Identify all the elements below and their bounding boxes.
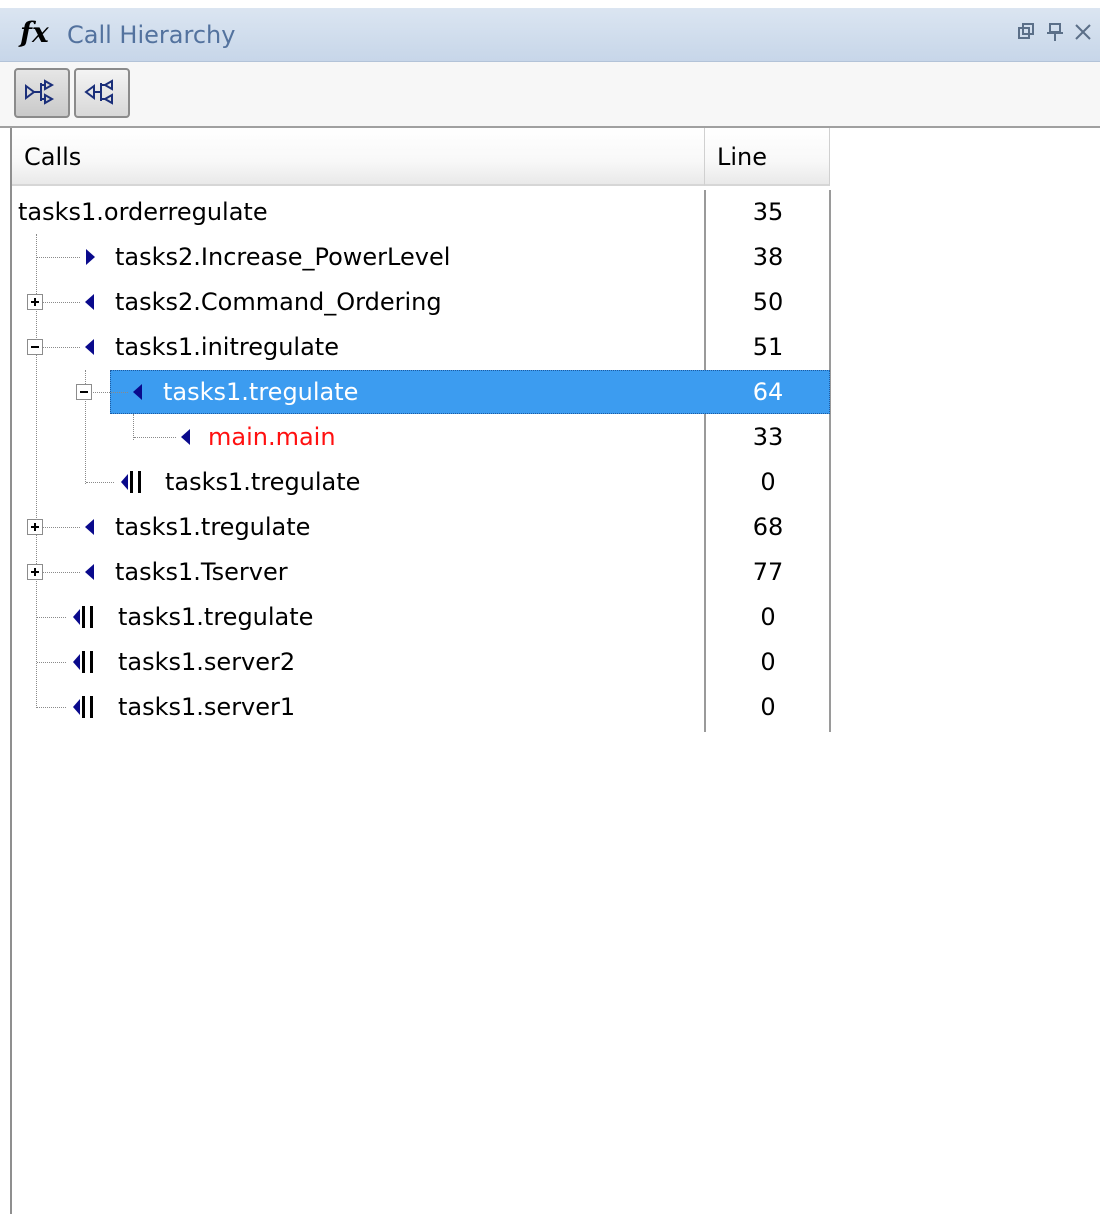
close-icon[interactable] [1072,22,1094,46]
tree-row[interactable]: tasks1.server2 0 [12,640,830,685]
call-name: tasks1.tregulate [118,603,314,631]
tree-row[interactable]: tasks2.Increase_PowerLevel 38 [12,235,830,280]
tree-connector [86,482,114,483]
tree-row[interactable]: tasks1.orderregulate 35 [12,190,830,235]
tree-row[interactable]: main.main 33 [12,415,830,460]
tree-connector [134,437,176,438]
line-number: 33 [752,423,784,451]
line-number: 51 [752,333,784,361]
call-hierarchy-panel: fx Call Hierarchy Calls Line tasks1.orde… [0,0,1100,1214]
caller-arrow-icon [84,562,96,582]
tree-row[interactable]: tasks2.Command_Ordering 50 [12,280,830,325]
call-name: tasks1.server1 [118,693,296,721]
tree-row-selected[interactable]: tasks1.tregulate 64 [12,370,830,415]
tree-connector [37,707,66,708]
caller-arrow-icon [84,337,96,357]
callers-icon [84,79,113,105]
task-entry-icon [118,468,158,493]
panel-title: Call Hierarchy [67,21,236,49]
callee-arrow-icon [84,247,96,267]
callees-icon [25,79,55,105]
caller-arrow-icon [132,382,144,402]
call-name: main.main [208,423,336,451]
line-number: 64 [752,378,784,406]
call-name: tasks2.Increase_PowerLevel [115,243,451,271]
line-number: 50 [752,288,784,316]
table-header: Calls Line [12,128,1100,188]
call-name: tasks1.server2 [118,648,296,676]
line-number: 0 [760,603,776,631]
task-entry-icon [70,603,110,628]
collapse-icon[interactable] [76,384,92,400]
tree-connector [37,347,80,348]
line-number: 38 [752,243,784,271]
tree-connector [37,527,80,528]
expand-icon[interactable] [27,294,43,310]
task-entry-icon [70,648,110,673]
tree-row[interactable]: tasks1.tregulate 0 [12,460,830,505]
call-name: tasks1.tregulate [163,378,359,406]
tree-row[interactable]: tasks1.server1 0 [12,685,830,730]
call-name: tasks2.Command_Ordering [115,288,442,316]
expand-icon[interactable] [27,519,43,535]
call-name: tasks1.tregulate [165,468,361,496]
tree-row[interactable]: tasks1.initregulate 51 [12,325,830,370]
tree-connector [86,392,128,393]
call-name: tasks1.orderregulate [18,198,268,226]
line-number: 77 [752,558,784,586]
line-number: 0 [760,468,776,496]
tree-connector [37,617,66,618]
tree-connector [37,302,80,303]
tree-row[interactable]: tasks1.Tserver 77 [12,550,830,595]
line-number: 68 [752,513,784,541]
call-name: tasks1.Tserver [115,558,288,586]
tree-row[interactable]: tasks1.tregulate 68 [12,505,830,550]
task-entry-icon [70,693,110,718]
fx-icon: fx [20,16,49,49]
call-name: tasks1.tregulate [115,513,311,541]
caller-arrow-icon [84,517,96,537]
caller-arrow-icon [84,292,96,312]
caller-arrow-icon [180,427,192,447]
toolbar [0,62,1100,128]
collapse-icon[interactable] [27,339,43,355]
expand-icon[interactable] [27,564,43,580]
show-callees-button[interactable] [14,68,70,118]
restore-icon[interactable] [1016,22,1038,46]
pin-icon[interactable] [1044,22,1066,46]
call-name: tasks1.initregulate [115,333,339,361]
tree-connector [37,662,66,663]
tree-row[interactable]: tasks1.tregulate 0 [12,595,830,640]
line-number: 0 [760,648,776,676]
show-callers-button[interactable] [74,68,130,118]
line-number: 0 [760,693,776,721]
title-bar[interactable]: fx Call Hierarchy [0,8,1100,62]
line-number: 35 [752,198,784,226]
tree-connector [37,257,80,258]
column-header-line[interactable]: Line [705,128,830,186]
column-header-calls[interactable]: Calls [12,128,705,186]
tree-connector [37,572,80,573]
